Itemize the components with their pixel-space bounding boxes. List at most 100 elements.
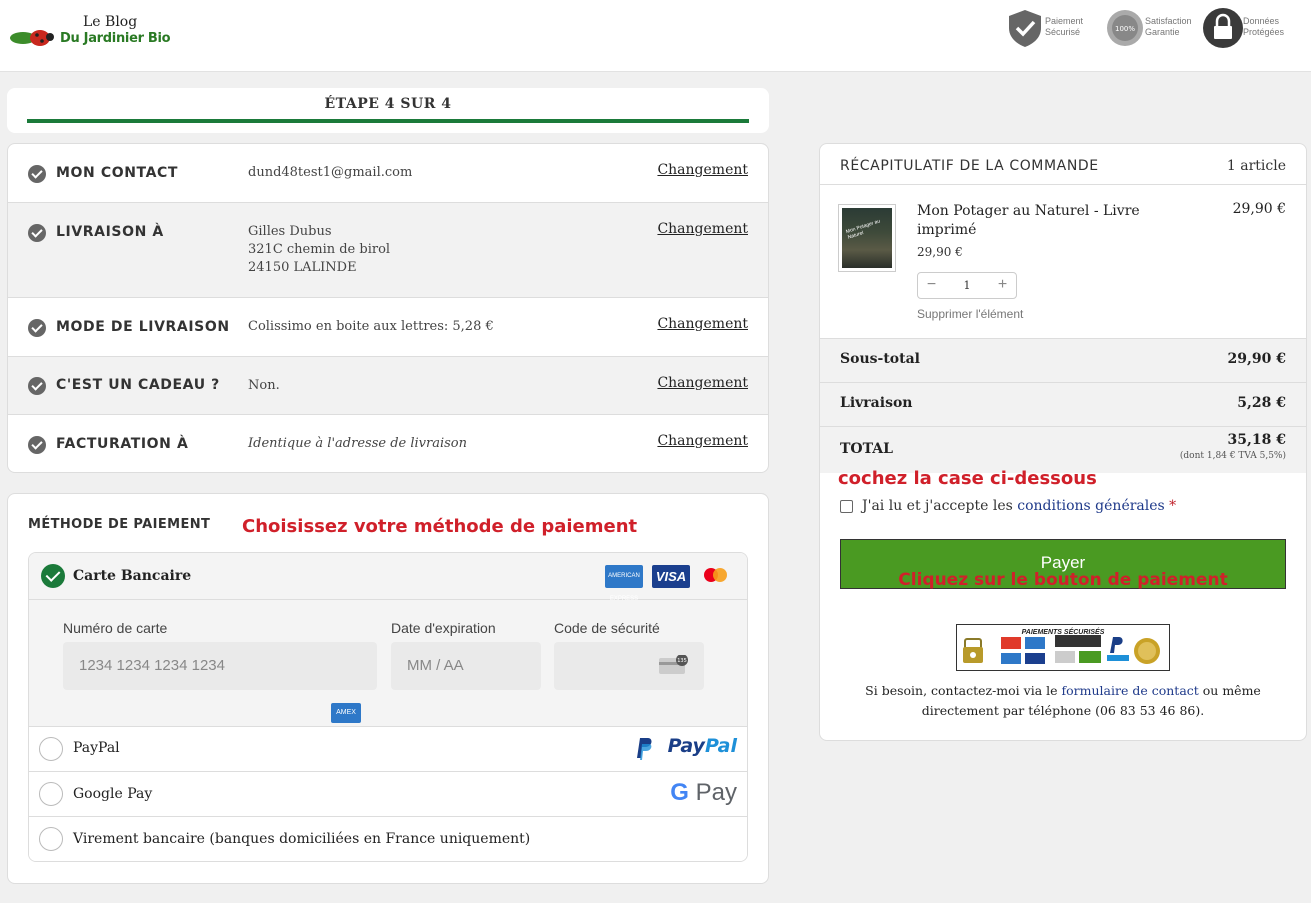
product-unit-price: 29,90 € (917, 245, 963, 259)
summary-row-gift: C'EST UN CADEAU ? Non. Changement (8, 357, 768, 415)
terms-checkbox[interactable] (840, 500, 853, 513)
change-contact-link[interactable]: Changement (657, 162, 748, 178)
recap-title: RÉCAPITULATIF DE LA COMMANDE (840, 158, 1099, 174)
radio-unchecked-icon[interactable] (39, 737, 63, 761)
pay-button[interactable]: Payer Cliquez sur le bouton de paiement (840, 539, 1286, 590)
summary-label: C'EST UN CADEAU ? (56, 377, 220, 393)
check-box-annotation: cochez la case ci-dessous (838, 468, 1097, 489)
badge-satisfaction-text: Satisfaction Garantie (1145, 16, 1192, 37)
subtotal-value: 29,90 € (1227, 351, 1286, 367)
summary-label: FACTURATION À (56, 436, 189, 452)
card-brand-icon: AMEX (331, 703, 361, 723)
summary-label: MODE DE LIVRAISON (56, 319, 230, 335)
method-label: Google Pay (73, 786, 153, 802)
summary-label: LIVRAISON À (56, 224, 164, 240)
product-price: 29,90 € (1232, 201, 1286, 217)
divider (820, 184, 1306, 185)
summary-row-delivery: LIVRAISON À Gilles Dubus 321C chemin de … (8, 203, 768, 298)
step-indicator: ÉTAPE 4 SUR 4 (7, 88, 769, 133)
logo-text-top: Le Blog (83, 14, 138, 30)
summary-label: MON CONTACT (56, 165, 179, 181)
card-logos: AMERICAN EXPRESS VISA (605, 565, 733, 602)
subtotal-row: Sous-total 29,90 € (820, 339, 1306, 382)
method-card-option[interactable]: Carte Bancaire AMERICAN EXPRESS VISA (29, 553, 747, 602)
remove-item-link[interactable]: Supprimer l'élément (917, 307, 1023, 321)
paypal-logo-icon: PayPal (667, 735, 737, 757)
change-shipping-link[interactable]: Changement (657, 316, 748, 332)
page-header: Le Blog Du Jardinier Bio Paiement Sécuri… (0, 0, 1311, 72)
summary-value: Colissimo en boite aux lettres: 5,28 € (248, 319, 494, 334)
summary-row-shipping-mode: MODE DE LIVRAISON Colissimo en boite aux… (8, 298, 768, 357)
radio-checked-icon[interactable] (41, 564, 65, 588)
shipping-row: Livraison 5,28 € (820, 383, 1306, 426)
check-circle-icon (28, 224, 46, 242)
summary-row-billing: FACTURATION À Identique à l'adresse de l… (8, 415, 768, 472)
ladybug-leaf-icon (10, 30, 54, 46)
badge-data-protected-text: Données Protégées (1243, 16, 1285, 37)
recap-item-count: 1 article (1226, 158, 1286, 174)
logo-text-bottom: Du Jardinier Bio (60, 31, 171, 46)
google-pay-logo-icon: G Pay (670, 779, 737, 806)
order-info-summary: MON CONTACT dund48test1@gmail.com Change… (7, 143, 769, 473)
card-form: Numéro de carte 1234 1234 1234 1234 AMEX… (29, 600, 747, 727)
change-gift-link[interactable]: Changement (657, 375, 748, 391)
pay-button-annotation: Cliquez sur le bouton de paiement (898, 570, 1228, 590)
cvc-label: Code de sécurité (554, 620, 660, 636)
summary-value: 24150 LALINDE (248, 260, 357, 275)
amex-logo-icon: AMERICAN EXPRESS (605, 565, 643, 602)
payment-logos-icon (963, 635, 1160, 664)
badge-satisfaction: 100% Satisfaction Garantie (1105, 8, 1201, 52)
summary-value: Identique à l'adresse de livraison (248, 436, 467, 451)
increment-button[interactable]: + (989, 273, 1016, 298)
method-virement-option[interactable]: Virement bancaire (banques domiciliées e… (29, 817, 747, 861)
decrement-button[interactable]: − (918, 273, 945, 298)
card-number-input[interactable]: 1234 1234 1234 1234 (63, 642, 377, 690)
badge-data-protected: Données Protégées (1203, 8, 1299, 52)
svg-text:100%: 100% (1115, 25, 1135, 33)
payment-methods-list: Carte Bancaire AMERICAN EXPRESS VISA Num… (28, 552, 748, 862)
cvc-card-icon: 135 (659, 655, 688, 674)
method-googlepay-option[interactable]: Google Pay G Pay (29, 772, 747, 817)
shipping-value: 5,28 € (1237, 395, 1286, 411)
subtotal-label: Sous-total (840, 351, 920, 367)
step-title: ÉTAPE 4 SUR 4 (324, 96, 452, 112)
radio-unchecked-icon[interactable] (39, 782, 63, 806)
method-label: Carte Bancaire (73, 568, 192, 584)
method-label: PayPal (73, 740, 120, 756)
satisfaction-seal-icon: 100% (1107, 10, 1143, 46)
lock-icon (1203, 8, 1243, 48)
total-row: TOTAL 35,18 € (dont 1,84 € TVA 5,5%) (820, 427, 1306, 473)
product-name[interactable]: Mon Potager au Naturel - Livre imprimé (917, 202, 1167, 240)
summary-value: dund48test1@gmail.com (248, 165, 413, 180)
terms-link[interactable]: conditions générales (1017, 498, 1164, 514)
svg-text:135: 135 (677, 658, 687, 664)
mastercard-logo-icon (699, 565, 733, 588)
payment-title: MÉTHODE DE PAIEMENT (28, 517, 211, 532)
radio-unchecked-icon[interactable] (39, 827, 63, 851)
method-paypal-option[interactable]: PayPal PayPal (29, 727, 747, 772)
total-label: TOTAL (840, 441, 893, 457)
quantity-value[interactable]: 1 (945, 273, 989, 298)
quantity-stepper: − 1 + (917, 272, 1017, 299)
check-circle-icon (28, 165, 46, 183)
change-delivery-link[interactable]: Changement (657, 221, 748, 237)
site-logo[interactable]: Le Blog Du Jardinier Bio (10, 12, 180, 56)
secure-payments-badge: PAIEMENTS SÉCURISÉS (956, 624, 1170, 671)
contact-form-link[interactable]: formulaire de contact (1062, 683, 1199, 698)
check-circle-icon (28, 377, 46, 395)
badge-secure-payment-text: Paiement Sécurisé (1045, 16, 1084, 37)
shield-check-icon (1009, 10, 1041, 47)
change-billing-link[interactable]: Changement (657, 433, 748, 449)
summary-value: Non. (248, 378, 280, 393)
summary-value: 321C chemin de birol (248, 242, 391, 257)
badge-secure-payment: Paiement Sécurisé (1005, 8, 1101, 52)
total-value: 35,18 € (1227, 432, 1286, 448)
payment-method-section: MÉTHODE DE PAIEMENT Choisissez votre mét… (7, 493, 769, 884)
product-thumbnail[interactable]: Mon Potager au Naturel (838, 204, 896, 272)
shipping-label: Livraison (840, 395, 913, 411)
method-label: Virement bancaire (banques domiciliées e… (73, 831, 531, 847)
expiry-label: Date d'expiration (391, 620, 496, 636)
check-circle-icon (28, 436, 46, 454)
expiry-input[interactable]: MM / AA (391, 642, 541, 690)
terms-label: J'ai lu et j'accepte les conditions géné… (862, 498, 1177, 514)
